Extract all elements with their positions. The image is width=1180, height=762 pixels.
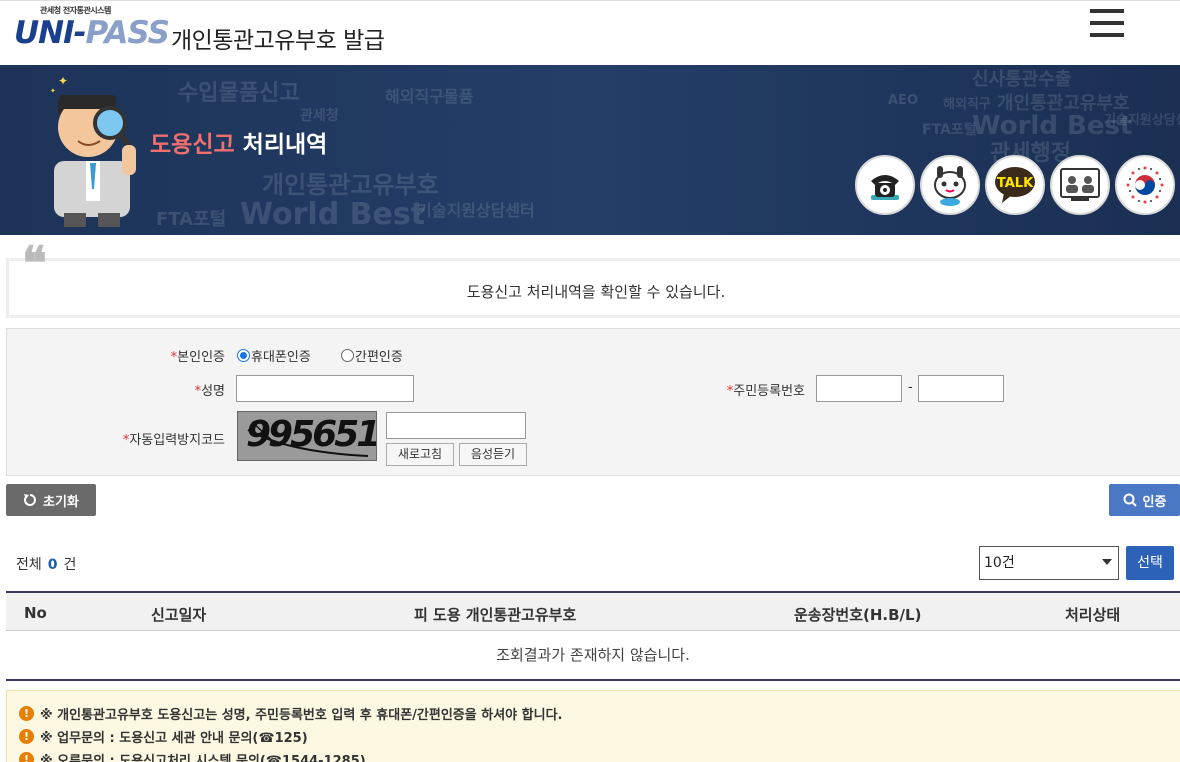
captcha-label: *자동입력방지코드 xyxy=(122,433,225,448)
name-label: *성명 xyxy=(194,384,225,399)
result-count: 0 xyxy=(47,557,58,573)
reset-button[interactable]: 초기화 xyxy=(6,484,96,516)
chatbot-icon[interactable] xyxy=(920,155,980,215)
info-message: 도용신고 처리내역을 확인할 수 있습니다. xyxy=(466,283,726,301)
page-size-select[interactable]: 10건 xyxy=(979,546,1119,580)
banner-watermark: 수입물품신고 xyxy=(178,81,300,106)
telephone-icon[interactable] xyxy=(855,155,915,215)
column-header-waybill: 운송장번호(H.B/L) xyxy=(794,606,922,624)
site-header: 관세청 전자통관시스템 UNI-PASS 개인통관고유부호 발급 xyxy=(0,0,1180,65)
page-header-title: 개인통관고유부호 발급 xyxy=(171,28,385,54)
svg-text:✦: ✦ xyxy=(58,74,68,88)
notice-item: ! ※ 업무문의 : 도용신고 세관 안내 문의(☎125) xyxy=(19,727,308,746)
banner-watermark: 기술지원상담센터 xyxy=(417,201,535,220)
rrn-back-input[interactable] xyxy=(918,375,1004,402)
banner-watermark: FTA포털 xyxy=(156,209,227,230)
banner-watermark: 신사통관수출 xyxy=(972,69,1072,90)
captcha-image: 995651 xyxy=(237,411,377,461)
name-input[interactable] xyxy=(236,375,414,402)
radio-phone-auth[interactable]: 휴대폰인증 xyxy=(237,346,311,365)
rrn-front-input[interactable] xyxy=(816,375,902,402)
banner-title-rest: 처리내역 xyxy=(242,132,328,158)
exclamation-icon: ! xyxy=(19,706,34,721)
banner-title-highlight: 도용신고 xyxy=(150,132,235,158)
radio-unchecked-icon[interactable] xyxy=(341,349,354,362)
auth-method-label: *본인인증 xyxy=(170,350,225,365)
notice-item: ! ※ 개인통관고유부호 도용신고는 성명, 주민등록번호 입력 후 휴대폰/간편… xyxy=(19,704,562,723)
page-banner: 수입물품신고 해외직구물품 관세청 개인통관고유부호 FTA포털 World B… xyxy=(0,65,1180,235)
government-emblem-icon[interactable] xyxy=(1115,155,1175,215)
video-consult-icon[interactable] xyxy=(1050,155,1110,215)
radio-simple-auth[interactable]: 간편인증 xyxy=(341,346,403,365)
banner-watermark: AEO xyxy=(888,93,918,108)
banner-watermark: World Best xyxy=(240,197,426,232)
search-icon xyxy=(1123,493,1137,507)
banner-watermark: 개인통관고유부호 xyxy=(262,171,439,199)
exclamation-icon: ! xyxy=(19,752,34,762)
info-message-box: 도용신고 처리내역을 확인할 수 있습니다. xyxy=(6,258,1180,318)
results-empty-message: 조회결과가 존재하지 않습니다. xyxy=(6,631,1180,681)
notice-item: ! ※ 오류문의 : 도용신고처리 시스템 문의(☎1544-1285) xyxy=(19,750,366,762)
rrn-label: *주민등록번호 xyxy=(726,384,805,399)
rrn-separator: - xyxy=(908,380,913,395)
quote-icon: ❝ xyxy=(22,236,47,290)
column-header-no: No xyxy=(24,604,47,622)
mascot-character-icon: ✦ ✦ xyxy=(50,74,136,227)
result-total: 전체 0 건 xyxy=(16,557,77,573)
banner-watermark: FTA포털 xyxy=(922,122,977,138)
banner-title: 도용신고 처리내역 xyxy=(150,125,327,159)
refresh-icon xyxy=(24,494,36,506)
reset-button-label: 초기화 xyxy=(43,494,79,510)
chevron-down-icon xyxy=(1102,559,1112,565)
authenticate-button-label: 인증 xyxy=(1142,494,1167,510)
column-header-date: 신고일자 xyxy=(151,606,207,624)
radio-checked-icon[interactable] xyxy=(237,349,250,362)
authenticate-button[interactable]: 인증 xyxy=(1109,484,1180,516)
banner-watermark: 해외직구 xyxy=(943,97,991,112)
banner-watermark: 해외직구물품 xyxy=(385,87,474,106)
results-table-header: No 신고일자 피 도용 개인통관고유부호 운송장번호(H.B/L) 처리상태 xyxy=(6,591,1180,631)
captcha-input[interactable] xyxy=(386,412,526,439)
column-header-stolen-code: 피 도용 개인통관고유부호 xyxy=(414,606,577,624)
captcha-refresh-button[interactable]: 새로고침 xyxy=(386,443,454,466)
banner-watermark: 관세청 xyxy=(300,108,339,124)
captcha-audio-button[interactable]: 음성듣기 xyxy=(459,443,527,466)
logo-wordmark: UNI-PASS xyxy=(14,15,170,51)
kakao-talk-icon[interactable]: TALK xyxy=(985,155,1045,215)
banner-watermark: 기술지원상담센터 xyxy=(1104,113,1180,128)
notice-box: ! ※ 개인통관고유부호 도용신고는 성명, 주민등록번호 입력 후 휴대폰/간편… xyxy=(6,690,1180,762)
search-form: *본인인증 휴대폰인증 간편인증 *성명 *주민등록번호 - *자동입력방지코드… xyxy=(6,328,1180,476)
page-size-apply-button[interactable]: 선택 xyxy=(1126,546,1174,580)
captcha-code: 995651 xyxy=(246,414,377,455)
exclamation-icon: ! xyxy=(19,729,34,744)
svg-text:TALK: TALK xyxy=(997,176,1034,191)
svg-text:✦: ✦ xyxy=(50,87,56,95)
unipass-logo[interactable]: 관세청 전자통관시스템 UNI-PASS xyxy=(14,5,170,57)
hamburger-menu-icon[interactable] xyxy=(1090,9,1124,39)
column-header-status: 처리상태 xyxy=(1065,606,1121,624)
